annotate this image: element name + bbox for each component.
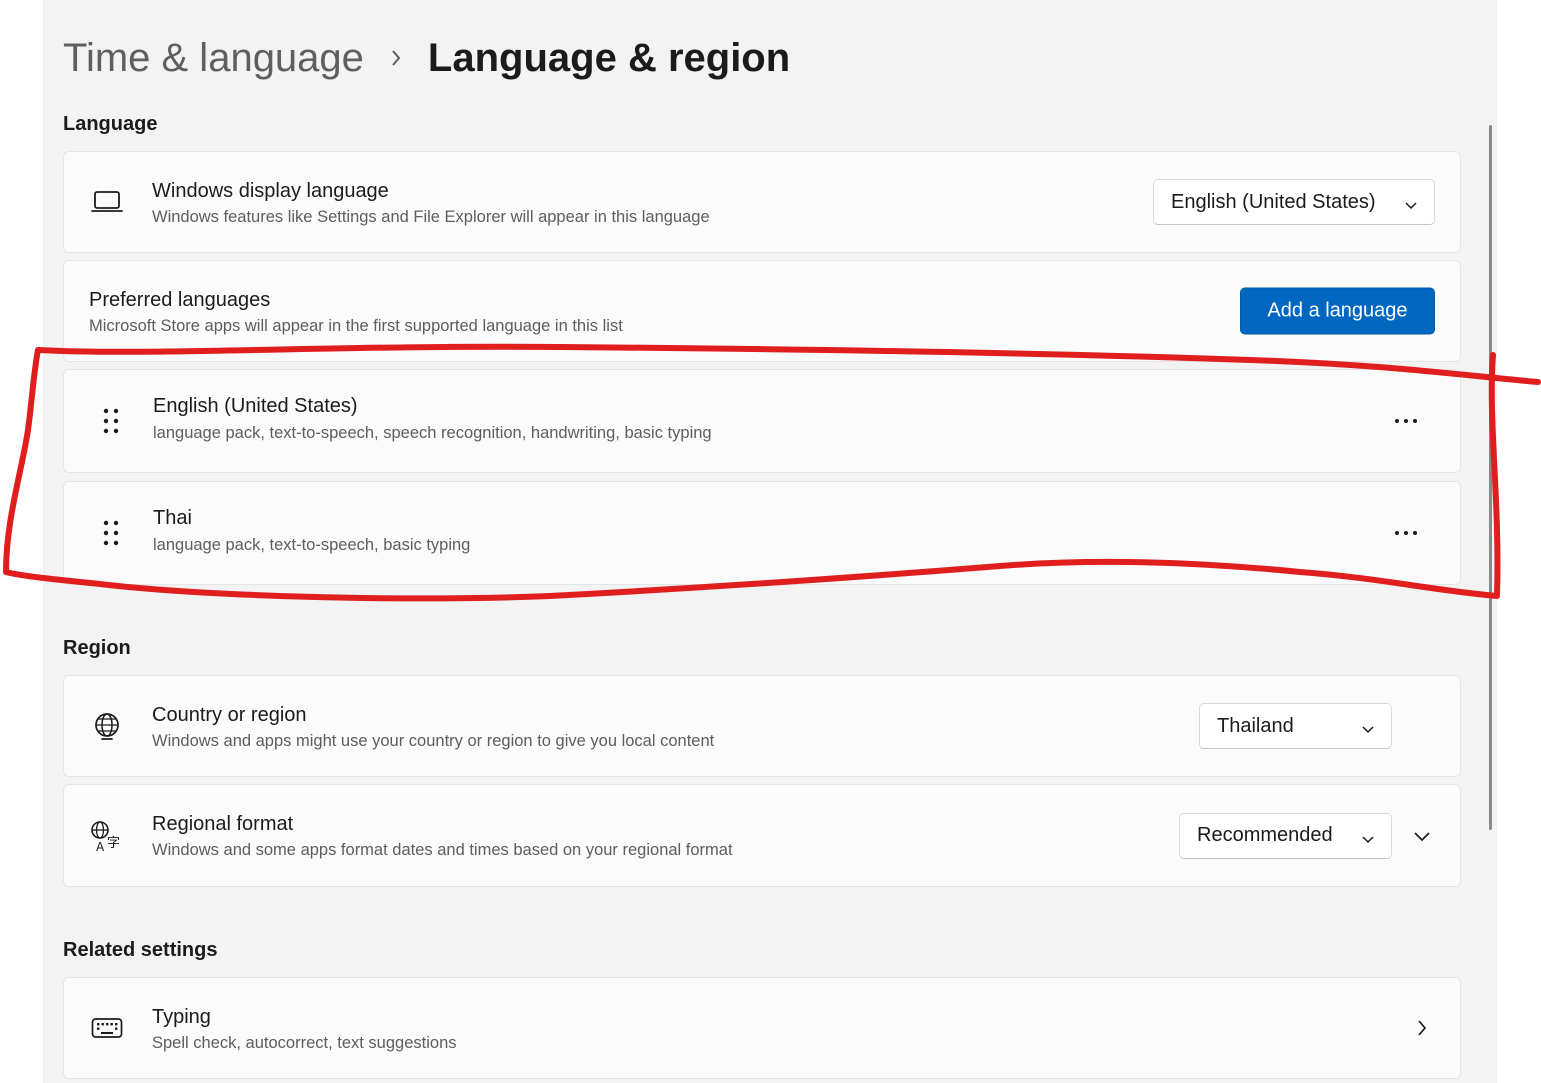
svg-text:字: 字 xyxy=(107,836,120,851)
country-region-value: Thailand xyxy=(1217,714,1294,737)
regional-format-value: Recommended xyxy=(1197,824,1333,846)
display-language-card: Windows display language Windows feature… xyxy=(63,151,1461,253)
typing-title: Typing xyxy=(152,1006,211,1028)
display-language-value: English (United States) xyxy=(1171,190,1376,213)
chevron-right-icon xyxy=(364,49,428,67)
language-item-thai[interactable]: Thai language pack, text-to-speech, basi… xyxy=(63,481,1461,585)
breadcrumb: Time & language Language & region xyxy=(63,30,790,86)
globe-icon xyxy=(90,709,124,743)
language-features: language pack, text-to-speech, speech re… xyxy=(153,424,712,442)
language-item-english[interactable]: English (United States) language pack, t… xyxy=(63,369,1461,473)
regional-format-dropdown[interactable]: Recommended xyxy=(1179,812,1392,859)
language-format-icon: A字 xyxy=(90,819,124,853)
regional-format-card[interactable]: A字 Regional format Windows and some apps… xyxy=(63,784,1461,887)
chevron-down-icon xyxy=(1404,195,1418,210)
regional-format-title: Regional format xyxy=(152,813,294,835)
preferred-languages-card: Preferred languages Microsoft Store apps… xyxy=(63,260,1461,362)
country-region-card: Country or region Windows and apps might… xyxy=(63,675,1461,777)
country-region-description: Windows and apps might use your country … xyxy=(152,732,715,750)
section-title-region: Region xyxy=(63,637,131,659)
more-options-icon[interactable] xyxy=(1392,523,1420,543)
breadcrumb-parent-link[interactable]: Time & language xyxy=(63,36,364,81)
language-name: Thai xyxy=(153,507,192,529)
country-region-dropdown[interactable]: Thailand xyxy=(1199,703,1392,749)
regional-format-description: Windows and some apps format dates and t… xyxy=(152,841,733,859)
typing-description: Spell check, autocorrect, text suggestio… xyxy=(152,1034,457,1052)
section-title-language: Language xyxy=(63,113,158,135)
chevron-down-icon xyxy=(1361,829,1375,843)
drag-handle-icon[interactable] xyxy=(94,516,128,550)
scrollbar[interactable] xyxy=(1489,125,1492,830)
preferred-languages-description: Microsoft Store apps will appear in the … xyxy=(89,317,623,335)
page-title: Language & region xyxy=(427,35,791,80)
chevron-right-icon[interactable] xyxy=(1410,1016,1434,1040)
preferred-languages-title: Preferred languages xyxy=(89,289,271,311)
display-language-description: Windows features like Settings and File … xyxy=(152,208,710,226)
display-language-title: Windows display language xyxy=(152,180,389,202)
laptop-icon xyxy=(90,185,124,219)
language-features: language pack, text-to-speech, basic typ… xyxy=(153,536,471,554)
display-language-dropdown[interactable]: English (United States) xyxy=(1153,179,1435,225)
typing-card[interactable]: Typing Spell check, autocorrect, text su… xyxy=(63,977,1461,1079)
keyboard-icon xyxy=(90,1011,124,1045)
more-options-icon[interactable] xyxy=(1392,411,1420,431)
section-title-related-settings: Related settings xyxy=(63,939,218,961)
add-language-button[interactable]: Add a language xyxy=(1240,287,1435,335)
svg-text:A: A xyxy=(96,840,105,853)
language-name: English (United States) xyxy=(153,395,358,417)
expand-chevron-icon[interactable] xyxy=(1410,824,1434,848)
chevron-down-icon xyxy=(1361,719,1375,734)
country-region-title: Country or region xyxy=(152,704,307,726)
drag-handle-icon[interactable] xyxy=(94,404,128,438)
